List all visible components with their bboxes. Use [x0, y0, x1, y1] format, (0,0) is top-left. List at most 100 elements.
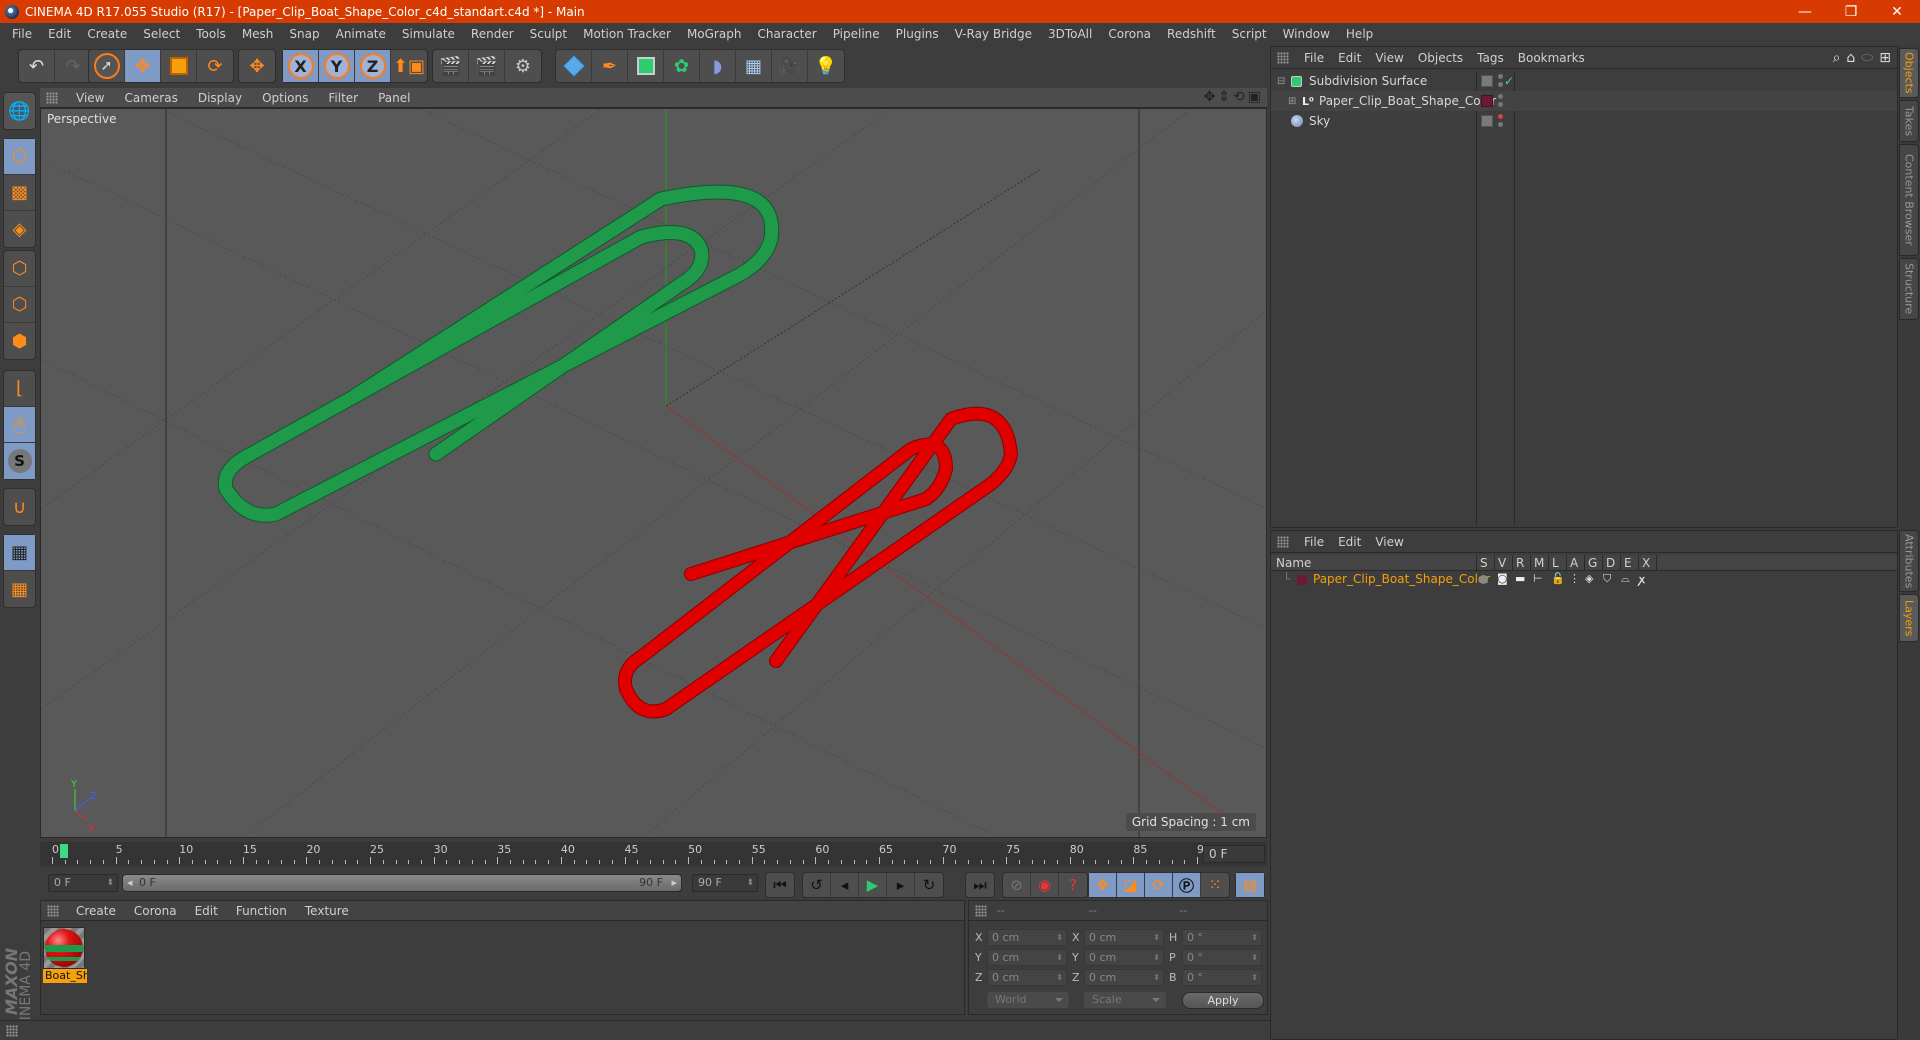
close-button[interactable]: ✕	[1874, 4, 1920, 20]
visibility-toggle[interactable]	[1481, 115, 1493, 127]
texture-mode-button[interactable]: ▩	[4, 175, 35, 211]
render-clapper-icon[interactable]: ▬	[1515, 572, 1525, 585]
redo-button[interactable]: ↷	[55, 50, 91, 82]
menu-mesh[interactable]: Mesh	[234, 27, 282, 41]
autokey-button[interactable]: ◉	[1031, 873, 1059, 897]
tweak-mode-button[interactable]: 🖱	[4, 407, 35, 443]
deformer-shield-icon[interactable]: ⛉	[1603, 572, 1611, 586]
objmgr-menu-view[interactable]: View	[1368, 51, 1410, 65]
tab-structure[interactable]: Structure	[1899, 258, 1919, 320]
col-locked[interactable]: L	[1548, 555, 1559, 571]
pos-y-field[interactable]: 0 cm ⬍	[987, 949, 1067, 966]
subdivision-button[interactable]	[628, 50, 664, 82]
size-mode-dropdown[interactable]: Scale	[1084, 992, 1166, 1008]
deformer-button[interactable]: ◗	[700, 50, 736, 82]
motion-record-button[interactable]: ⊘	[1003, 873, 1031, 897]
menu-render[interactable]: Render	[463, 27, 522, 41]
material-menu-function[interactable]: Function	[227, 904, 296, 918]
apply-button[interactable]: Apply	[1182, 992, 1264, 1009]
menu-redshift[interactable]: Redshift	[1159, 27, 1224, 41]
menu-help[interactable]: Help	[1338, 27, 1381, 41]
layer-name[interactable]: Paper_Clip_Boat_Shape_Color	[1313, 572, 1490, 586]
menu-pipeline[interactable]: Pipeline	[825, 27, 888, 41]
menu-vray-bridge[interactable]: V-Ray Bridge	[947, 27, 1040, 41]
coordinate-system-button[interactable]: ⬆▣	[391, 50, 427, 82]
rotate-tool-button[interactable]: ⟳	[197, 50, 233, 82]
objmgr-menu-edit[interactable]: Edit	[1331, 51, 1368, 65]
menu-mograph[interactable]: MoGraph	[679, 27, 750, 41]
edges-mode-button[interactable]: ⬡	[4, 287, 35, 323]
objmgr-menu-tags[interactable]: Tags	[1470, 51, 1511, 65]
visibility-toggle[interactable]	[1481, 75, 1493, 87]
goto-end-button[interactable]: ⏭	[966, 873, 994, 897]
layermgr-menu-view[interactable]: View	[1368, 535, 1410, 549]
home-icon[interactable]: ⌂	[1846, 50, 1855, 66]
red-paper-clip[interactable]	[618, 406, 1018, 719]
xref-icon[interactable]: ꭗ	[1639, 572, 1645, 587]
col-solo[interactable]: S	[1476, 555, 1488, 571]
viewport-menu-filter[interactable]: Filter	[318, 91, 368, 105]
menu-motion-tracker[interactable]: Motion Tracker	[575, 27, 679, 41]
keyframe-selection-button[interactable]: ?	[1059, 873, 1087, 897]
panel-grip-handle[interactable]	[975, 905, 987, 917]
rot-b-field[interactable]: 0 ° ⬍	[1182, 969, 1262, 986]
key-scale-button[interactable]: ◪	[1117, 873, 1145, 897]
panel-grip-handle[interactable]	[1277, 51, 1289, 64]
layer-color-swatch[interactable]	[1297, 575, 1307, 585]
enable-axis-button[interactable]: ⌊	[4, 371, 35, 407]
cube-button[interactable]	[556, 50, 592, 82]
menu-window[interactable]: Window	[1275, 27, 1338, 41]
panel-grip-handle[interactable]	[1277, 535, 1289, 548]
menu-animate[interactable]: Animate	[328, 27, 394, 41]
scale-tool-button[interactable]	[161, 50, 197, 82]
editor-render-dots[interactable]	[1498, 94, 1503, 108]
object-row-sky[interactable]: Sky	[1271, 111, 1897, 131]
col-view[interactable]: V	[1494, 555, 1506, 571]
planar-workplane-button[interactable]: ▦	[4, 571, 35, 607]
generator-icon[interactable]: ◈	[1585, 572, 1593, 585]
editor-render-dots[interactable]	[1498, 114, 1503, 128]
viewport-menu-view[interactable]: View	[66, 91, 114, 105]
object-name[interactable]: Sky	[1309, 114, 1330, 128]
viewport-menu-options[interactable]: Options	[252, 91, 318, 105]
y-axis-lock-button[interactable]: Y	[319, 50, 355, 82]
snap-button[interactable]: ∪	[4, 489, 35, 525]
menu-plugins[interactable]: Plugins	[888, 27, 947, 41]
layer-row[interactable]: └ Paper_Clip_Boat_Shape_Color ◙ ▬ ⊢ 🔓 ⋮ …	[1271, 572, 1897, 588]
floor-button[interactable]: ▦	[736, 50, 772, 82]
menu-edit[interactable]: Edit	[40, 27, 79, 41]
material-menu-corona[interactable]: Corona	[125, 904, 186, 918]
menu-snap[interactable]: Snap	[281, 27, 327, 41]
viewport-menu-cameras[interactable]: Cameras	[114, 91, 187, 105]
previous-frame-button[interactable]: ◂	[831, 873, 859, 897]
collapse-icon[interactable]: ⊟	[1277, 76, 1285, 87]
minimize-button[interactable]: —	[1782, 4, 1828, 20]
coordinate-mode-dropdown[interactable]: World	[987, 992, 1069, 1008]
pen-spline-button[interactable]: ✒	[592, 50, 628, 82]
menu-select[interactable]: Select	[135, 27, 188, 41]
restore-button[interactable]: ❐	[1828, 4, 1874, 20]
animation-icon[interactable]: ⋮	[1569, 572, 1580, 585]
range-right-arrow-icon[interactable]: ▸	[671, 875, 677, 891]
green-paper-clip[interactable]	[217, 184, 780, 523]
object-name[interactable]: Paper_Clip_Boat_Shape_Color	[1319, 94, 1496, 108]
material-menu-create[interactable]: Create	[67, 904, 125, 918]
col-render[interactable]: R	[1512, 555, 1524, 571]
object-row-subdivision-surface[interactable]: ⊟ Subdivision Surface ✓	[1271, 71, 1897, 91]
render-settings-button[interactable]: ⚙	[505, 50, 541, 82]
current-frame-field[interactable]: 0 F	[1203, 845, 1265, 863]
solo-toggle-icon[interactable]	[1479, 575, 1488, 584]
range-left-arrow-icon[interactable]: ◂	[127, 875, 133, 891]
make-editable-button[interactable]: 🌐	[4, 93, 35, 129]
workplane-mode-button[interactable]: ◈	[4, 211, 35, 247]
polygons-mode-button[interactable]: ⬢	[4, 323, 35, 359]
play-button[interactable]: ▶	[859, 873, 887, 897]
playhead[interactable]	[60, 844, 68, 858]
key-position-button[interactable]: ✥	[1089, 873, 1117, 897]
layer-color-swatch[interactable]	[1481, 95, 1493, 107]
new-view-icon[interactable]: ⊞	[1879, 50, 1891, 66]
layermgr-menu-edit[interactable]: Edit	[1331, 535, 1368, 549]
goto-start-button[interactable]: ⏮	[766, 873, 794, 897]
render-picture-viewer-button[interactable]: 🎬	[469, 50, 505, 82]
search-icon[interactable]: ⌕	[1833, 50, 1841, 66]
